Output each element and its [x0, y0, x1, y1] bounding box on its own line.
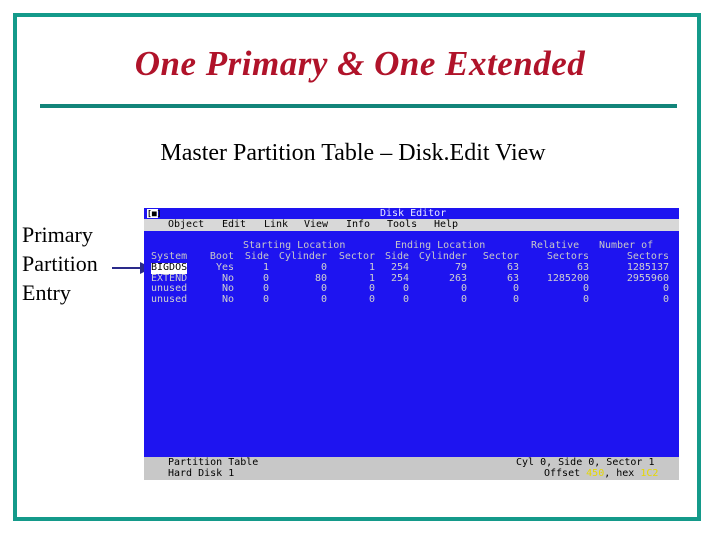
table-cell: 0 [320, 293, 327, 305]
table-cell: 0 [662, 293, 669, 305]
column-header: Sectors [626, 251, 669, 262]
side-label: Primary Partition Entry [22, 220, 98, 307]
status-offset: Offset 450, hex 1C2 [544, 468, 659, 479]
table-cell: 1 [262, 262, 269, 273]
menu-bar: Object Edit Link View Info Tools Help [144, 219, 679, 231]
status-bar: Partition Table Hard Disk 1 Cyl 0, Side … [144, 457, 679, 480]
table-cell: 0 [512, 283, 519, 294]
menu-view[interactable]: View [304, 219, 328, 231]
side-label-line: Entry [22, 280, 71, 305]
table-cell: 63 [506, 262, 519, 273]
editor-title: Disk Editor [380, 208, 447, 219]
table-cell: 0 [460, 293, 467, 305]
status-disk: Hard Disk 1 [168, 468, 235, 479]
partition-table: Starting Location Ending Location Relati… [147, 232, 676, 316]
column-header: Boot [209, 251, 234, 262]
table-cell: No [221, 293, 234, 305]
column-header: Cylinder [418, 251, 467, 262]
table-cell: 0 [512, 293, 519, 305]
editor-titlebar: [■] Disk Editor [144, 208, 679, 219]
side-label-line: Partition [22, 251, 98, 276]
offset-label: Offset [544, 468, 581, 479]
table-cell: 0 [582, 293, 589, 305]
table-cell: 79 [454, 262, 467, 273]
menu-edit[interactable]: Edit [222, 219, 246, 231]
header-relative: Relative [531, 240, 580, 251]
menu-help[interactable]: Help [434, 219, 458, 231]
table-cell: 0 [582, 283, 589, 294]
table-cell: 0 [368, 293, 375, 305]
partition-system-cell: unused [151, 283, 188, 294]
partition-system-cell: BIGDOS [151, 262, 188, 274]
table-cell: 1285200 [546, 272, 589, 284]
table-cell: 263 [448, 272, 467, 284]
table-cell: 63 [576, 262, 589, 273]
hex-label: hex [616, 468, 635, 479]
header-number-of: Number of [599, 240, 654, 251]
table-cell: 1 [368, 262, 375, 273]
menu-link[interactable]: Link [264, 219, 288, 231]
header-ending-location: Ending Location [395, 240, 486, 251]
table-cell: 1285137 [626, 262, 669, 273]
window-control-icon[interactable]: [■] [147, 209, 161, 218]
column-header: Cylinder [278, 251, 327, 262]
menu-tools[interactable]: Tools [387, 219, 417, 231]
table-cell: 0 [402, 293, 409, 305]
column-header: Sector [338, 251, 375, 262]
header-starting-location: Starting Location [243, 240, 346, 251]
slide-subtitle: Master Partition Table – Disk.Edit View [160, 140, 546, 166]
menu-info[interactable]: Info [346, 219, 370, 231]
column-header: Side [244, 251, 269, 262]
hex-value: 1C2 [640, 468, 659, 479]
table-cell: 80 [314, 272, 327, 284]
column-header: Side [385, 251, 410, 262]
column-header: Sectors [546, 251, 589, 262]
partition-system-cell: unused [151, 293, 188, 305]
table-cell: No [221, 283, 234, 294]
table-cell: 0 [320, 262, 327, 273]
menu-object[interactable]: Object [168, 219, 204, 231]
table-cell: 0 [262, 293, 269, 305]
table-cell: Yes [215, 262, 234, 273]
table-cell: 0 [662, 283, 669, 294]
offset-value: 450 [586, 468, 605, 479]
side-label-line: Primary [22, 222, 93, 247]
column-header: Sector [482, 251, 519, 262]
table-cell: 0 [320, 283, 327, 294]
table-cell: 0 [460, 283, 467, 294]
table-cell: 0 [368, 283, 375, 294]
disk-editor-screen: [■] Disk Editor Object Edit Link View In… [144, 208, 679, 480]
status-object: Partition Table [168, 457, 259, 468]
table-cell: 254 [390, 262, 409, 273]
status-location: Cyl 0, Side 0, Sector 1 [516, 457, 655, 468]
table-cell: 2955960 [626, 272, 669, 284]
table-cell: 0 [402, 283, 409, 294]
title-underline [40, 104, 677, 108]
table-cell: 0 [262, 283, 269, 294]
slide-title: One Primary & One Extended [134, 44, 586, 83]
column-header: System [151, 251, 188, 262]
